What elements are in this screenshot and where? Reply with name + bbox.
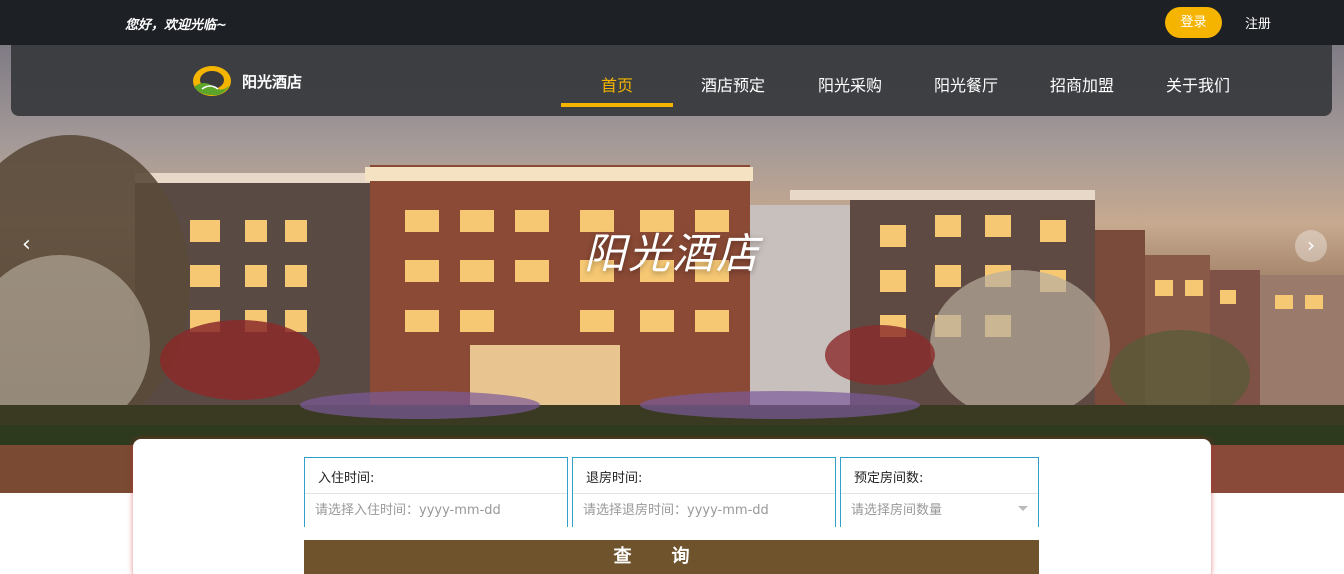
checkout-label: 退房时间: bbox=[586, 471, 643, 486]
nav-home[interactable]: 首页 bbox=[601, 72, 633, 96]
brand-name[interactable]: 阳光酒店 bbox=[242, 71, 302, 92]
sun-logo-icon[interactable] bbox=[192, 65, 232, 97]
checkin-field: 入住时间: bbox=[304, 457, 568, 527]
checkout-input[interactable] bbox=[573, 493, 835, 527]
rooms-label: 预定房间数: bbox=[854, 471, 924, 486]
welcome-text: 您好，欢迎光临~ bbox=[125, 18, 227, 33]
hero-title: 阳光酒店 bbox=[583, 229, 760, 278]
chevron-down-icon[interactable] bbox=[1018, 506, 1028, 511]
checkin-label: 入住时间: bbox=[318, 471, 375, 486]
nav-about-us[interactable]: 关于我们 bbox=[1166, 72, 1230, 96]
rooms-select[interactable] bbox=[841, 493, 1038, 527]
register-link[interactable]: 注册 bbox=[1245, 13, 1271, 32]
checkin-input[interactable] bbox=[305, 493, 567, 527]
nav-purchasing[interactable]: 阳光采购 bbox=[818, 72, 882, 96]
chevron-right-icon[interactable]: › bbox=[1295, 230, 1327, 262]
nav-hotel-booking[interactable]: 酒店预定 bbox=[701, 72, 765, 96]
rooms-field: 预定房间数: bbox=[840, 457, 1039, 527]
login-button[interactable]: 登录 bbox=[1165, 7, 1222, 38]
checkout-field: 退房时间: bbox=[572, 457, 836, 527]
search-button[interactable]: 查询 bbox=[304, 540, 1039, 574]
page: 您好，欢迎光临~ 登录 注册 阳光酒店 首页 酒店预定 阳光采购 阳光餐厅 招商… bbox=[0, 0, 1344, 574]
nav-franchise[interactable]: 招商加盟 bbox=[1050, 72, 1114, 96]
nav-active-indicator bbox=[561, 103, 673, 107]
nav-restaurant[interactable]: 阳光餐厅 bbox=[934, 72, 998, 96]
chevron-left-icon[interactable]: ‹ bbox=[22, 233, 44, 257]
